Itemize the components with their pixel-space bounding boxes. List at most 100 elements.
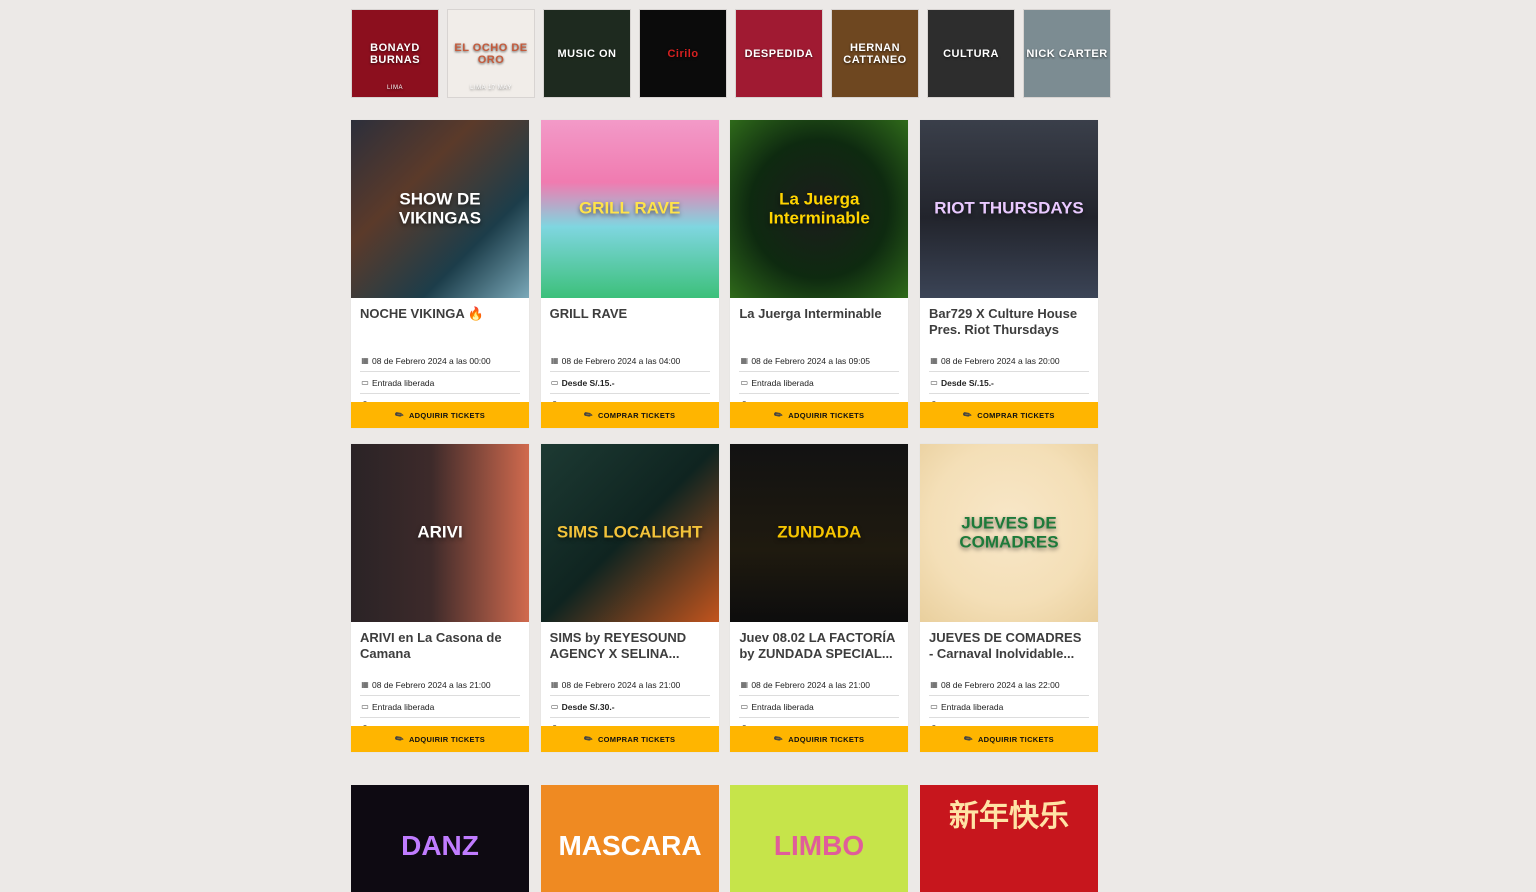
event-price-row: ▭ Entrada liberada <box>928 696 1089 718</box>
calendar-icon: ▦ <box>930 356 938 365</box>
thumbnail-title: BONAYD BURNAS <box>369 41 421 66</box>
poster-text: DANZ <box>401 830 479 861</box>
calendar-icon: ▦ <box>361 356 369 365</box>
event-card: SHOW DE VIKINGAS NOCHE VIKINGA 🔥 ▦ 08 de… <box>351 120 529 428</box>
event-poster[interactable]: ZUNDADA <box>730 444 909 622</box>
event-price: Desde S/.30.- <box>561 701 615 712</box>
event-poster[interactable]: DANZ <box>351 785 529 892</box>
event-price-row: ▭ Entrada liberada <box>739 372 900 394</box>
ticket-button[interactable]: ✎ ADQUIRIR TICKETS <box>919 726 1098 752</box>
ticket-button[interactable]: ✎ ADQUIRIR TICKETS <box>351 726 529 752</box>
event-details: Juev 08.02 LA FACTORÍA by ZUNDADA SPECIA… <box>730 622 908 734</box>
ticket-button-label: ADQUIRIR TICKETS <box>408 410 486 420</box>
ticket-button-label: ADQUIRIR TICKETS <box>788 410 865 420</box>
event-poster[interactable]: SHOW DE VIKINGAS <box>351 120 529 298</box>
event-poster[interactable]: JUEVES DE COMADRES <box>919 444 1098 622</box>
event-date-row: ▦ 08 de Febrero 2024 a las 21:00 <box>360 674 520 696</box>
ticket-button[interactable]: ✎ ADQUIRIR TICKETS <box>351 402 529 428</box>
event-price-row: ▭ Desde S/.30.- <box>549 696 710 718</box>
featured-thumbnail[interactable]: HERNAN CATTANEO <box>831 9 919 98</box>
ticket-icon: ▭ <box>930 378 938 387</box>
event-title[interactable]: NOCHE VIKINGA 🔥 <box>360 306 520 338</box>
ticket-icon: ✎ <box>962 732 976 746</box>
event-poster[interactable]: ARIVI <box>351 444 529 622</box>
event-card: ZUNDADA Juev 08.02 LA FACTORÍA by ZUNDAD… <box>730 444 909 752</box>
featured-thumbnail[interactable]: MUSIC ON <box>543 9 631 98</box>
thumbnail-subtitle: LIMA <box>386 85 403 91</box>
poster-text: GRILL RAVE <box>578 198 681 218</box>
featured-thumbnail[interactable]: EL OCHO DE ORO LIMA 17 MAY <box>447 9 535 98</box>
event-poster[interactable]: SIMS LOCALIGHT <box>540 444 719 622</box>
event-date-row: ▦ 08 de Febrero 2024 a las 21:00 <box>739 674 900 696</box>
ticket-icon: ▭ <box>740 702 749 711</box>
ticket-icon: ▭ <box>740 378 749 387</box>
calendar-icon: ▦ <box>550 680 559 689</box>
featured-thumbnail[interactable]: CULTURA <box>927 9 1015 98</box>
poster-text: La Juerga Interminable <box>768 189 870 227</box>
event-date-row: ▦ 08 de Febrero 2024 a las 22:00 <box>928 674 1089 696</box>
event-details: ARIVI en La Casona de Camana ▦ 08 de Feb… <box>351 622 529 734</box>
event-title[interactable]: JUEVES DE COMADRES - Carnaval Inolvidabl… <box>929 630 1089 662</box>
event-price-row: ▭ Desde S/.15.- <box>928 372 1089 394</box>
ticket-button-label: COMPRAR TICKETS <box>597 734 676 744</box>
thumbnail-title: NICK CARTER <box>1026 47 1108 60</box>
calendar-icon: ▦ <box>550 356 559 365</box>
event-poster[interactable]: GRILL RAVE <box>540 120 719 298</box>
calendar-icon: ▦ <box>361 680 369 689</box>
event-details: GRILL RAVE ▦ 08 de Febrero 2024 a las 04… <box>541 298 719 410</box>
event-date: 08 de Febrero 2024 a las 21:00 <box>372 679 491 690</box>
ticket-icon: ✎ <box>393 732 407 746</box>
event-card: RIOT THURSDAYS Bar729 X Culture House Pr… <box>919 120 1098 428</box>
event-card: GRILL RAVE GRILL RAVE ▦ 08 de Febrero 20… <box>540 120 719 428</box>
event-price: Entrada liberada <box>940 701 1004 712</box>
event-title[interactable]: La Juerga Interminable <box>739 306 899 338</box>
thumbnail-title: DESPEDIDA <box>744 47 814 60</box>
featured-thumbnail[interactable]: DESPEDIDA <box>735 9 823 98</box>
ticket-button[interactable]: ✎ COMPRAR TICKETS <box>919 402 1098 428</box>
featured-thumbnail[interactable]: NICK CARTER <box>1023 9 1111 98</box>
event-poster[interactable]: LIMBO <box>730 785 908 892</box>
featured-thumbnail[interactable]: BONAYD BURNAS LIMA <box>351 9 439 98</box>
poster-text: JUEVES DE COMADRES <box>959 513 1059 551</box>
thumbnail-title: HERNAN CATTANEO <box>843 41 907 66</box>
poster-text: SHOW DE VIKINGAS <box>398 189 482 227</box>
ticket-button-label: ADQUIRIR TICKETS <box>788 734 865 744</box>
ticket-button[interactable]: ✎ COMPRAR TICKETS <box>540 726 719 752</box>
poster-text: ARIVI <box>417 522 463 542</box>
event-grid: SHOW DE VIKINGAS NOCHE VIKINGA 🔥 ▦ 08 de… <box>351 120 1098 752</box>
ticket-button[interactable]: ✎ ADQUIRIR TICKETS <box>730 726 909 752</box>
event-price-row: ▭ Entrada liberada <box>360 696 520 718</box>
event-date: 08 de Febrero 2024 a las 21:00 <box>751 679 870 690</box>
poster-text: MASCARA <box>558 830 702 861</box>
ticket-icon: ✎ <box>772 732 786 746</box>
event-title[interactable]: SIMS by REYESOUND AGENCY X SELINA... <box>550 630 710 662</box>
event-poster[interactable]: La Juerga Interminable <box>730 120 909 298</box>
event-title[interactable]: Bar729 X Culture House Pres. Riot Thursd… <box>929 306 1089 338</box>
thumbnail-title: Cirilo <box>667 47 699 60</box>
event-poster[interactable]: RIOT THURSDAYS <box>919 120 1098 298</box>
event-title[interactable]: GRILL RAVE <box>550 306 710 338</box>
event-price: Desde S/.15.- <box>561 377 615 388</box>
thumbnail-subtitle: LIMA 17 MAY <box>470 85 512 91</box>
event-date-row: ▦ 08 de Febrero 2024 a las 04:00 <box>549 350 710 372</box>
event-details: La Juerga Interminable ▦ 08 de Febrero 2… <box>730 298 908 410</box>
ticket-button[interactable]: ✎ ADQUIRIR TICKETS <box>730 402 909 428</box>
event-details: Bar729 X Culture House Pres. Riot Thursd… <box>920 298 1098 410</box>
calendar-icon: ▦ <box>930 680 938 689</box>
ticket-button[interactable]: ✎ COMPRAR TICKETS <box>540 402 719 428</box>
event-title[interactable]: ARIVI en La Casona de Camana <box>360 630 520 662</box>
featured-thumbnail[interactable]: Cirilo <box>639 9 727 98</box>
featured-thumbnails: BONAYD BURNAS LIMA EL OCHO DE ORO LIMA 17 M… <box>351 9 1111 98</box>
event-title[interactable]: Juev 08.02 LA FACTORÍA by ZUNDADA SPECIA… <box>739 630 899 662</box>
event-price: Entrada liberada <box>751 377 814 388</box>
poster-text: LIMBO <box>773 830 865 861</box>
event-date-row: ▦ 08 de Febrero 2024 a las 00:00 <box>360 350 520 372</box>
thumbnail-title: EL OCHO DE ORO <box>454 41 528 66</box>
ticket-button-label: ADQUIRIR TICKETS <box>408 734 486 744</box>
event-poster[interactable]: MASCARA <box>541 785 719 892</box>
event-date-row: ▦ 08 de Febrero 2024 a las 20:00 <box>928 350 1089 372</box>
event-poster[interactable]: 新年快乐 <box>920 785 1098 892</box>
calendar-icon: ▦ <box>740 680 749 689</box>
event-date-row: ▦ 08 de Febrero 2024 a las 21:00 <box>549 674 710 696</box>
thumbnail-title: MUSIC ON <box>557 47 617 60</box>
